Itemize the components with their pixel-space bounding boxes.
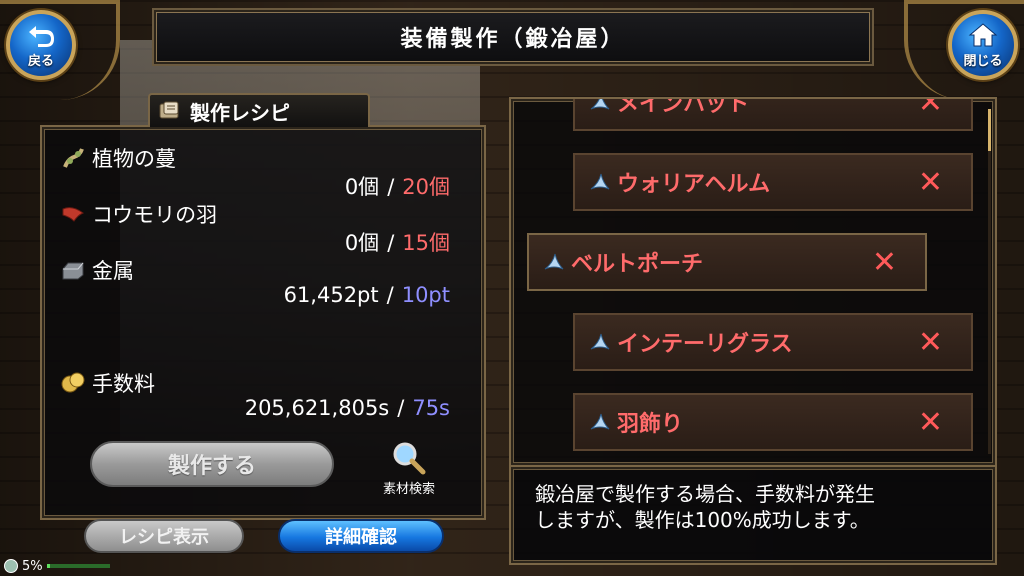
- material-name: 植物の蔓: [92, 147, 176, 171]
- material-name: 金属: [92, 259, 134, 283]
- magnifier-icon: [393, 442, 426, 475]
- count-need: 15個: [402, 231, 450, 255]
- unavailable-x-icon: ✕: [917, 324, 943, 360]
- count-need: 75s: [412, 396, 450, 420]
- item-name: ウォリアヘルム: [617, 172, 771, 197]
- recipe-view-button[interactable]: レシピ表示: [84, 519, 244, 553]
- count-have: 61,452pt: [283, 283, 379, 307]
- count-need: 10pt: [401, 283, 450, 307]
- fee-row: 手数料: [60, 368, 155, 398]
- fee-label: 手数料: [92, 372, 155, 396]
- vine-icon: [63, 148, 84, 168]
- material-row-vine: 植物の蔓: [60, 143, 176, 173]
- item-name: ベルトポーチ: [571, 252, 704, 277]
- list-item[interactable]: 羽飾り ✕: [573, 393, 973, 451]
- search-label: 素材検索: [382, 482, 435, 497]
- description-panel: 鍛冶屋で製作する場合、手数料が発生 しますが、製作は100%成功します。: [509, 465, 997, 565]
- list-item[interactable]: ウォリアヘルム ✕: [573, 153, 973, 211]
- recipe-book-icon: [159, 101, 179, 119]
- status-bar: 5%: [0, 556, 110, 576]
- detail-button[interactable]: 詳細確認: [278, 519, 444, 553]
- count-separator: /: [386, 283, 394, 307]
- return-arrow-icon: [29, 25, 54, 47]
- scrollbar-thumb[interactable]: [988, 109, 991, 151]
- material-row-bat-wing: コウモリの羽: [60, 199, 217, 229]
- material-count-bat-wing: 0個 / 15個: [160, 227, 450, 257]
- description-line-1: 鍛冶屋で製作する場合、手数料が発生: [535, 482, 875, 506]
- count-have: 205,621,805s: [244, 396, 390, 420]
- unavailable-x-icon: ✕: [871, 244, 897, 280]
- list-item[interactable]: メインハット ✕: [573, 97, 973, 131]
- item-name: 羽飾り: [617, 412, 684, 437]
- back-button[interactable]: 戻る: [6, 10, 76, 80]
- equipment-list-panel[interactable]: メインハット ✕ ウォリアヘルム ✕ ベルトポーチ ✕ インテーリグラス ✕ 羽…: [509, 97, 997, 467]
- count-separator: /: [387, 175, 395, 199]
- metal-ingot-icon: [62, 262, 84, 280]
- count-have: 0個: [344, 231, 380, 255]
- coins-icon: [61, 372, 85, 393]
- material-row-metal: 金属: [60, 255, 134, 285]
- list-scrollbar[interactable]: [988, 109, 991, 454]
- recipe-tab-label: 製作レシピ: [190, 100, 290, 125]
- count-separator: /: [387, 231, 395, 255]
- bat-wing-icon: [62, 207, 85, 222]
- wizard-hat-icon: [590, 173, 610, 190]
- craft-button[interactable]: 製作する: [90, 441, 334, 487]
- unavailable-x-icon: ✕: [917, 404, 943, 440]
- list-item-selected[interactable]: ベルトポーチ ✕: [527, 233, 927, 291]
- close-button[interactable]: 閉じる: [948, 10, 1018, 80]
- title-bar: 装備製作（鍛冶屋）: [152, 8, 874, 66]
- count-separator: /: [397, 396, 405, 420]
- status-percent: 5%: [22, 558, 43, 574]
- status-gauge-fill: [46, 564, 50, 568]
- item-name: メインハット: [617, 97, 750, 117]
- fee-count: 205,621,805s / 75s: [160, 396, 450, 420]
- home-icon: [968, 22, 998, 46]
- back-label: 戻る: [27, 53, 54, 69]
- unavailable-x-icon: ✕: [917, 97, 943, 120]
- recipe-tab: 製作レシピ: [148, 93, 370, 127]
- material-search-button[interactable]: 素材検索: [368, 440, 450, 498]
- list-item[interactable]: インテーリグラス ✕: [573, 313, 973, 371]
- material-count-vine: 0個 / 20個: [160, 171, 450, 201]
- wizard-hat-icon: [590, 413, 610, 430]
- wizard-hat-icon: [590, 99, 610, 110]
- count-need: 20個: [402, 175, 450, 199]
- page-title: 装備製作（鍛冶屋）: [400, 27, 626, 52]
- wizard-hat-icon: [544, 253, 564, 270]
- material-name: コウモリの羽: [92, 203, 218, 227]
- unavailable-x-icon: ✕: [917, 164, 943, 200]
- item-name: インテーリグラス: [617, 332, 793, 357]
- description-line-2: しますが、製作は100%成功します。: [535, 508, 870, 532]
- wizard-hat-icon: [590, 333, 610, 350]
- status-gauge: [46, 564, 110, 568]
- status-orb-icon: [4, 559, 18, 573]
- close-label: 閉じる: [963, 53, 1003, 69]
- count-have: 0個: [344, 175, 380, 199]
- material-count-metal: 61,452pt / 10pt: [160, 283, 450, 307]
